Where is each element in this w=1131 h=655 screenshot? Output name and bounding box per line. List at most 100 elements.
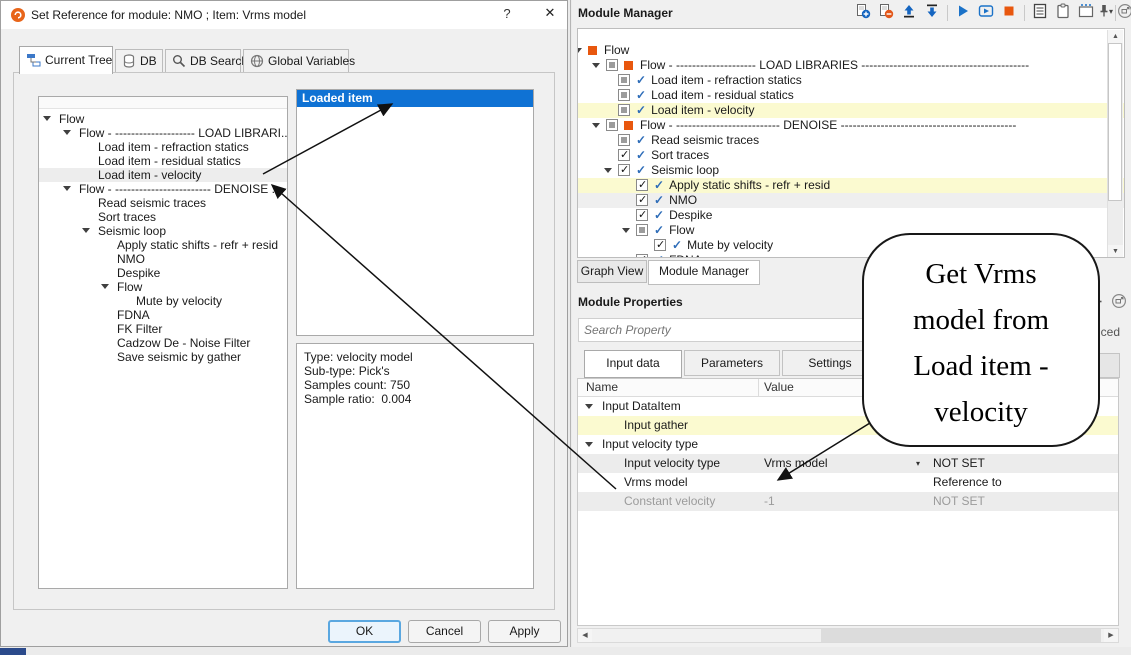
ok-button[interactable]: OK: [328, 620, 401, 643]
expander-icon[interactable]: [585, 404, 593, 409]
run-icon[interactable]: [955, 3, 975, 23]
flow-tree-row[interactable]: ✓Read seismic traces: [578, 133, 1124, 148]
tree-item[interactable]: Flow - ------------------------ DENOISE …: [39, 182, 287, 196]
property-row[interactable]: Constant velocity -1NOT SET: [578, 492, 1118, 511]
tree-item[interactable]: Flow: [39, 112, 287, 126]
module-checkbox[interactable]: [636, 179, 648, 191]
flow-tree-row[interactable]: ✓Despike: [578, 208, 1124, 223]
flow-tree[interactable]: FlowFlow - -------------------- LOAD LIB…: [577, 28, 1125, 258]
report-icon[interactable]: [1032, 3, 1052, 23]
add-module-icon[interactable]: [855, 3, 875, 23]
flow-tree-row[interactable]: ✓Load item - residual statics: [578, 88, 1124, 103]
expander-icon[interactable]: [577, 48, 582, 53]
close-icon[interactable]: ✕: [537, 5, 563, 25]
module-checkbox[interactable]: [606, 119, 618, 131]
tab-input-data[interactable]: Input data: [584, 350, 682, 378]
scrollbar-thumb[interactable]: [1108, 43, 1122, 201]
module-checkbox[interactable]: [636, 194, 648, 206]
scroll-down-icon[interactable]: ▼: [1108, 245, 1123, 258]
scroll-right-icon[interactable]: ▶: [1104, 629, 1118, 642]
flow-tree-row[interactable]: ✓Sort traces: [578, 148, 1124, 163]
flow-tree-row[interactable]: ✓NMO: [578, 193, 1124, 208]
property-row[interactable]: Input velocity typeVrms model▾NOT SET: [578, 454, 1118, 473]
expander-icon[interactable]: [592, 123, 600, 128]
tree-item[interactable]: Sort traces: [39, 210, 287, 224]
tree-item[interactable]: Load item - refraction statics: [39, 140, 287, 154]
expander-icon[interactable]: [63, 186, 71, 191]
tree-item[interactable]: Read seismic traces: [39, 196, 287, 210]
module-checkbox[interactable]: [618, 74, 630, 86]
cancel-button[interactable]: Cancel: [408, 620, 481, 643]
tree-item[interactable]: Load item - velocity: [39, 168, 287, 182]
apply-button[interactable]: Apply: [488, 620, 561, 643]
tab-db[interactable]: DB: [115, 49, 163, 74]
stop-icon[interactable]: [1001, 3, 1021, 23]
module-checkbox[interactable]: [636, 224, 648, 236]
scrollbar-thumb[interactable]: [821, 629, 1101, 642]
flow-tree-row[interactable]: ✓Load item - refraction statics: [578, 73, 1124, 88]
module-checkbox[interactable]: [618, 134, 630, 146]
module-checkbox[interactable]: [618, 164, 630, 176]
current-tree-panel[interactable]: FlowFlow - -------------------- LOAD LIB…: [38, 96, 288, 589]
tree-item[interactable]: Flow: [39, 280, 287, 294]
float-icon[interactable]: [1117, 3, 1131, 23]
tree-item[interactable]: Cadzow De - Noise Filter: [39, 336, 287, 350]
tree-item[interactable]: FK Filter: [39, 322, 287, 336]
flow-tree-row[interactable]: ✓Seismic loop: [578, 163, 1124, 178]
tab-current-tree[interactable]: Current Tree: [19, 46, 113, 74]
expander-icon[interactable]: [592, 63, 600, 68]
tree-item[interactable]: FDNA: [39, 308, 287, 322]
tab-label: DB: [140, 54, 157, 68]
module-checkbox[interactable]: [618, 149, 630, 161]
properties-horizontal-scrollbar[interactable]: ◀ ▶: [577, 628, 1119, 643]
tab-module-manager[interactable]: Module Manager: [648, 260, 760, 285]
expander-icon[interactable]: [63, 130, 71, 135]
tree-item[interactable]: Load item - residual statics: [39, 154, 287, 168]
tab-db-search[interactable]: DB Search: [165, 49, 241, 74]
move-down-icon[interactable]: [924, 3, 944, 23]
module-checkbox[interactable]: [654, 239, 666, 251]
move-up-icon[interactable]: [901, 3, 921, 23]
property-value[interactable]: Vrms model: [764, 454, 828, 473]
property-value[interactable]: -1: [764, 492, 775, 511]
expander-icon[interactable]: [585, 442, 593, 447]
tree-item[interactable]: Despike: [39, 266, 287, 280]
help-icon[interactable]: ?: [496, 6, 518, 24]
scroll-left-icon[interactable]: ◀: [578, 629, 592, 642]
tree-item[interactable]: Mute by velocity: [39, 294, 287, 308]
module-checkbox[interactable]: [636, 209, 648, 221]
tree-item[interactable]: Apply static shifts - refr + resid: [39, 238, 287, 252]
module-checkbox[interactable]: [618, 89, 630, 101]
float-icon[interactable]: [1111, 293, 1131, 313]
flow-tree-row[interactable]: ✓Apply static shifts - refr + resid: [578, 178, 1124, 193]
tab-graph-view[interactable]: Graph View: [577, 260, 647, 283]
dropdown-caret-icon[interactable]: ▾: [916, 454, 920, 473]
tree-vertical-scrollbar[interactable]: ▲ ▼: [1107, 30, 1123, 258]
clipboard-icon[interactable]: [1055, 3, 1075, 23]
remove-module-icon[interactable]: [878, 3, 898, 23]
expander-icon[interactable]: [43, 116, 51, 121]
module-checkbox[interactable]: [606, 59, 618, 71]
tree-item[interactable]: NMO: [39, 252, 287, 266]
expander-icon[interactable]: [622, 228, 630, 233]
module-checkbox[interactable]: [618, 104, 630, 116]
new-window-icon[interactable]: [1078, 3, 1098, 23]
property-row[interactable]: Vrms modelReference to: [578, 473, 1118, 492]
module-checkbox[interactable]: [636, 254, 648, 258]
tree-item[interactable]: Save seismic by gather: [39, 350, 287, 364]
pin-icon[interactable]: [1096, 3, 1116, 23]
tree-item[interactable]: Flow - -------------------- LOAD LIBRARI…: [39, 126, 287, 140]
scroll-up-icon[interactable]: ▲: [1108, 30, 1123, 43]
flow-tree-row[interactable]: Flow - -------------------- LOAD LIBRARI…: [578, 58, 1124, 73]
tree-item[interactable]: Seismic loop: [39, 224, 287, 238]
flow-tree-row[interactable]: Flow: [578, 43, 1124, 58]
expander-icon[interactable]: [82, 228, 90, 233]
tree-item-label: FK Filter: [117, 322, 162, 336]
flow-tree-row[interactable]: Flow - -------------------------- DENOIS…: [578, 118, 1124, 133]
tab-global-variables[interactable]: Global Variables: [243, 49, 349, 74]
expander-icon[interactable]: [604, 168, 612, 173]
run-frame-icon[interactable]: [978, 3, 998, 23]
expander-icon[interactable]: [101, 284, 109, 289]
tab-parameters[interactable]: Parameters: [684, 350, 780, 376]
flow-tree-row[interactable]: ✓Load item - velocity: [578, 103, 1124, 118]
